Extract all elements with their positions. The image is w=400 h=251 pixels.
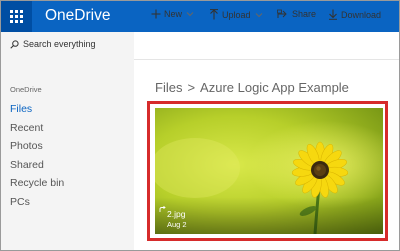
chevron-down-icon [255,12,262,17]
sidebar-item-shared[interactable]: Shared [10,157,64,176]
sidebar-item-recycle-bin[interactable]: Recycle bin [10,175,64,194]
share-button[interactable]: Share [277,9,316,19]
download-arrow-icon [329,9,337,20]
share-icon [277,9,287,18]
shared-indicator-icon [159,206,166,212]
tile-caption-shade [155,197,383,234]
waffle-icon [10,10,23,23]
file-date: Aug 2 [167,220,187,229]
plus-icon [151,9,161,19]
breadcrumb-root[interactable]: Files [155,80,182,95]
sidebar-item-pcs[interactable]: PCs [10,194,64,213]
onedrive-window: OneDrive Search everything OneDrive File… [0,0,400,251]
search-placeholder: Search everything [23,39,96,49]
upload-arrow-icon [210,9,218,20]
app-title[interactable]: OneDrive [45,7,110,25]
app-launcher-button[interactable] [1,1,32,32]
search-icon [10,39,19,49]
sidebar-item-files[interactable]: Files [10,101,64,120]
new-label: New [164,9,183,19]
upload-button[interactable]: Upload [209,9,263,20]
breadcrumb-separator: > [187,80,196,95]
upload-label: Upload [222,9,251,20]
sidebar-item-photos[interactable]: Photos [10,138,64,157]
new-button[interactable]: New [151,9,194,19]
file-name: 2.jpg [167,209,186,219]
sidebar-item-recent[interactable]: Recent [10,120,64,139]
download-button[interactable]: Download [328,9,381,20]
breadcrumb: Files > Azure Logic App Example [155,80,349,95]
command-bar [134,32,399,60]
share-label: Share [292,9,317,19]
chevron-down-icon [186,12,194,17]
sidebar-nav: Files Recent Photos Shared Recycle bin P… [10,101,64,213]
breadcrumb-current-folder: Azure Logic App Example [200,80,349,95]
sidebar-section-label: OneDrive [10,85,42,94]
search-box[interactable]: Search everything [10,39,96,49]
download-label: Download [341,9,382,20]
